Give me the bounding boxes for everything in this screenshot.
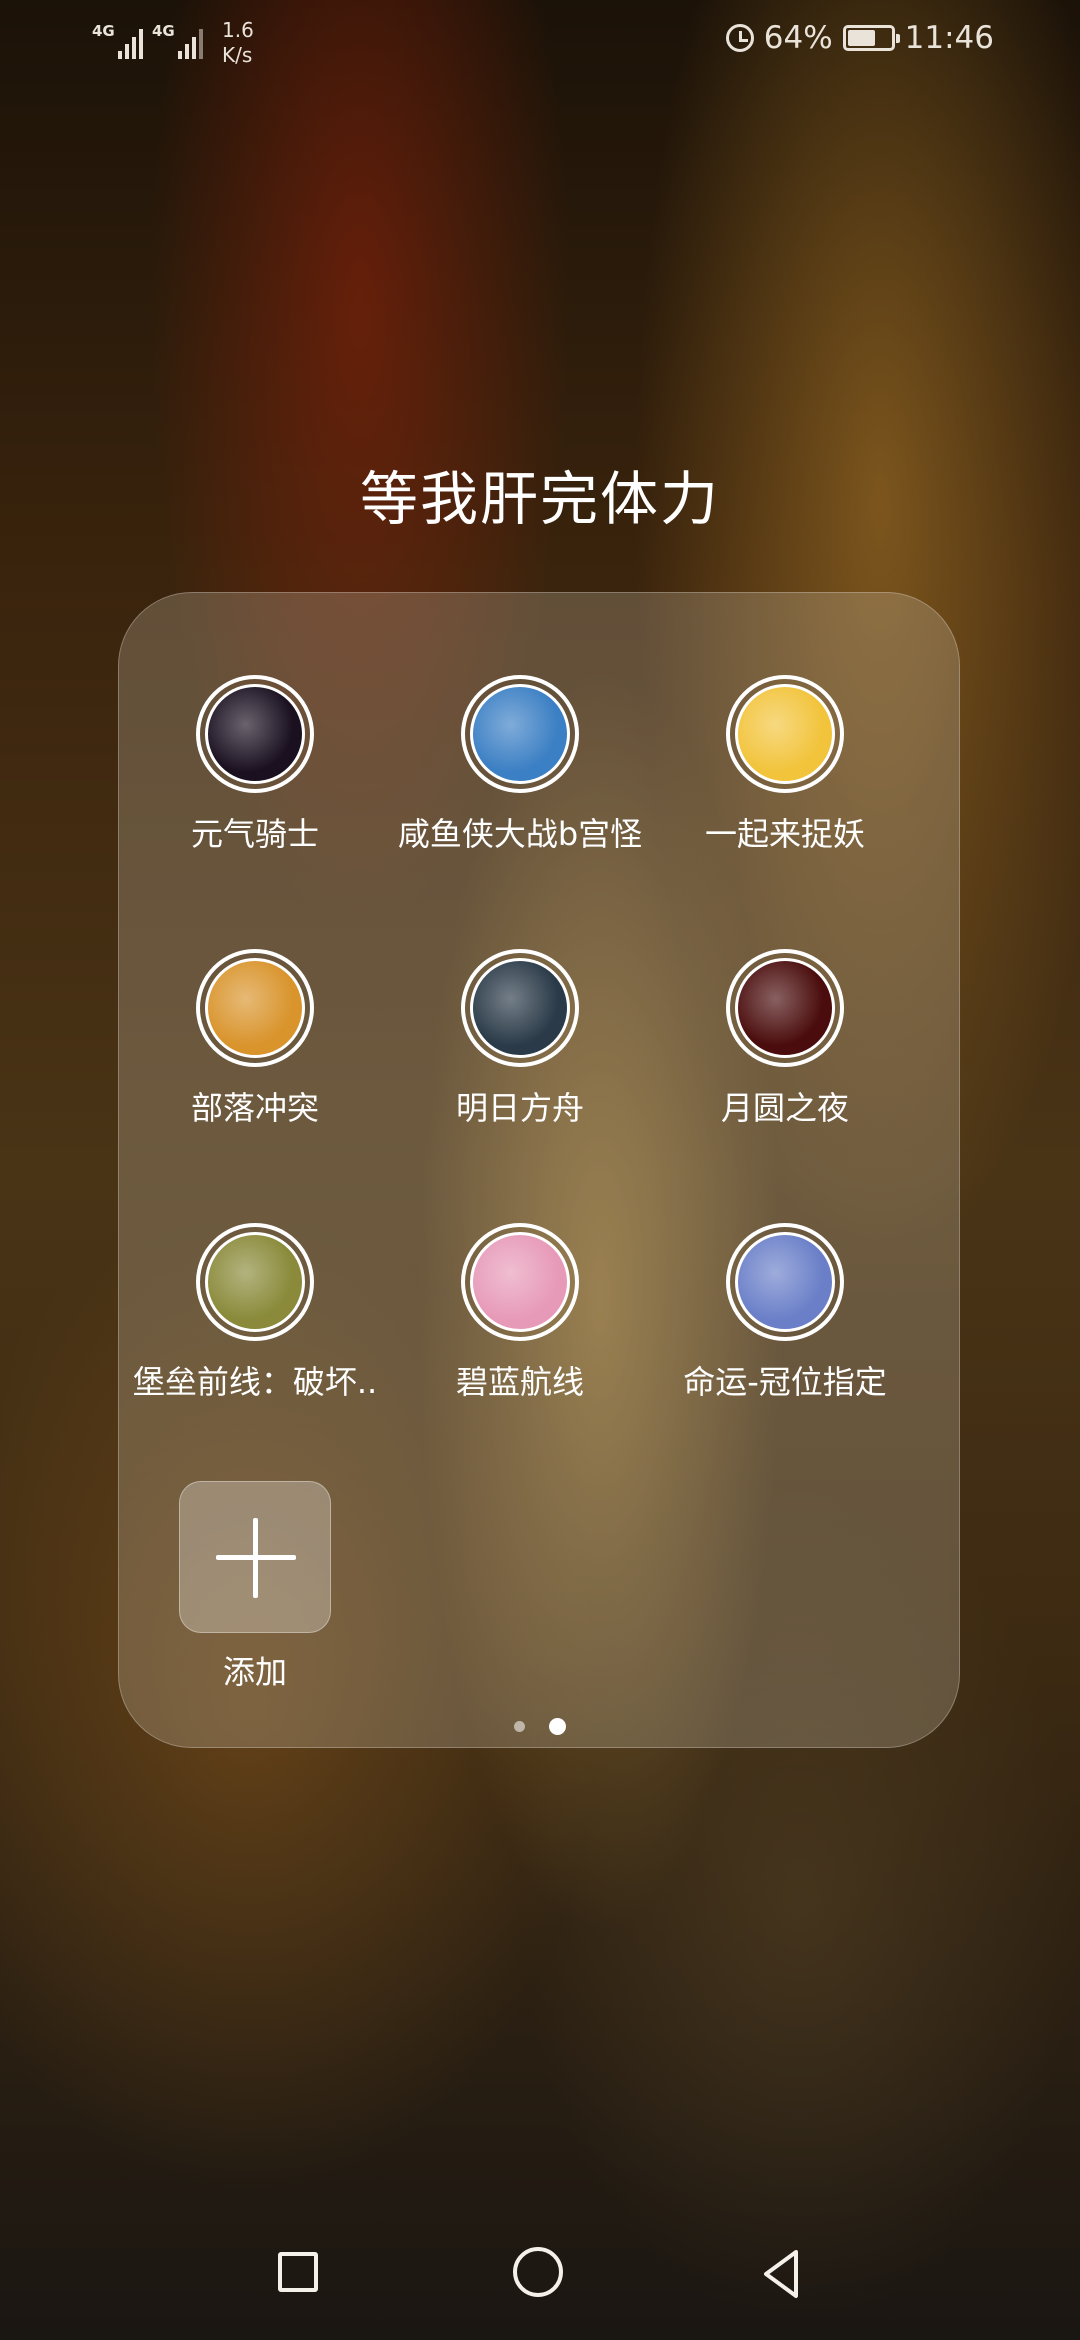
page-dot-2-active: [549, 1718, 566, 1735]
app-icon-image: [205, 958, 305, 1058]
salted-fish-icon[interactable]: [461, 675, 579, 793]
app-icon-image: [735, 1232, 835, 1332]
battery-percent: 64%: [763, 20, 833, 56]
soul-knight-icon[interactable]: [196, 675, 314, 793]
navigation-bar: [0, 2216, 1080, 2340]
app-label: 一起来捉妖: [704, 815, 865, 853]
app-icon-image: [470, 684, 570, 784]
app-item[interactable]: 部落冲突: [120, 949, 390, 1129]
folder-panel: 元气骑士 咸鱼侠大战b宫怪 一起来捉妖部落冲突 明日方舟 月圆之夜堡垒前线：破坏.. 碧蓝…: [118, 592, 960, 1748]
add-app-button[interactable]: 添加: [120, 1481, 390, 1693]
fate-grand-order-icon[interactable]: [726, 1223, 844, 1341]
app-label: 明日方舟: [455, 1089, 584, 1127]
app-icon-image: [205, 684, 305, 784]
alarm-icon: [725, 24, 754, 52]
signal-sim1-icon: 4G: [92, 24, 143, 59]
app-icon-image: [470, 958, 570, 1058]
battery-icon: [842, 25, 900, 51]
azur-lane-icon[interactable]: [461, 1223, 579, 1341]
app-item[interactable]: 一起来捉妖: [650, 675, 920, 855]
clock: 11:46: [904, 20, 994, 56]
home-icon[interactable]: [510, 2244, 570, 2304]
app-item[interactable]: 明日方舟: [385, 949, 655, 1129]
app-item[interactable]: 元气骑士: [120, 675, 390, 855]
fortress-front-icon[interactable]: [196, 1223, 314, 1341]
full-moon-night-icon[interactable]: [726, 949, 844, 1067]
app-label: 月圆之夜: [720, 1089, 849, 1127]
app-icon-image: [205, 1232, 305, 1332]
app-item[interactable]: 命运-冠位指定: [650, 1223, 920, 1403]
app-item[interactable]: 碧蓝航线: [385, 1223, 655, 1403]
catch-demon-icon[interactable]: [726, 675, 844, 793]
signal-sim2-icon: 4G: [152, 24, 203, 59]
app-label: 部落冲突: [190, 1089, 319, 1127]
arknights-icon[interactable]: [461, 949, 579, 1067]
page-indicator: [0, 1718, 1080, 1735]
clash-of-clans-icon[interactable]: [196, 949, 314, 1067]
app-item[interactable]: 咸鱼侠大战b宫怪: [385, 675, 655, 855]
app-label: 元气骑士: [190, 815, 319, 853]
app-icon-image: [735, 958, 835, 1058]
folder-title[interactable]: 等我肝完体力: [0, 452, 1080, 536]
app-label: 堡垒前线：破坏..: [132, 1363, 378, 1401]
back-icon[interactable]: [752, 2244, 812, 2304]
app-icon-image: [735, 684, 835, 784]
plus-icon[interactable]: [179, 1481, 331, 1633]
app-icon-image: [470, 1232, 570, 1332]
network-speed: 1.6 K/s: [222, 18, 254, 67]
app-label: 命运-冠位指定: [683, 1363, 887, 1401]
add-label: 添加: [222, 1653, 287, 1691]
app-label: 咸鱼侠大战b宫怪: [397, 815, 643, 853]
page-dot-1: [514, 1721, 525, 1732]
status-bar: 4G 4G 1.6 K/s 64% 11:46: [0, 0, 1080, 84]
app-label: 碧蓝航线: [455, 1363, 584, 1401]
app-item[interactable]: 月圆之夜: [650, 949, 920, 1129]
recent-apps-icon[interactable]: [270, 2244, 330, 2304]
app-item[interactable]: 堡垒前线：破坏..: [120, 1223, 390, 1403]
